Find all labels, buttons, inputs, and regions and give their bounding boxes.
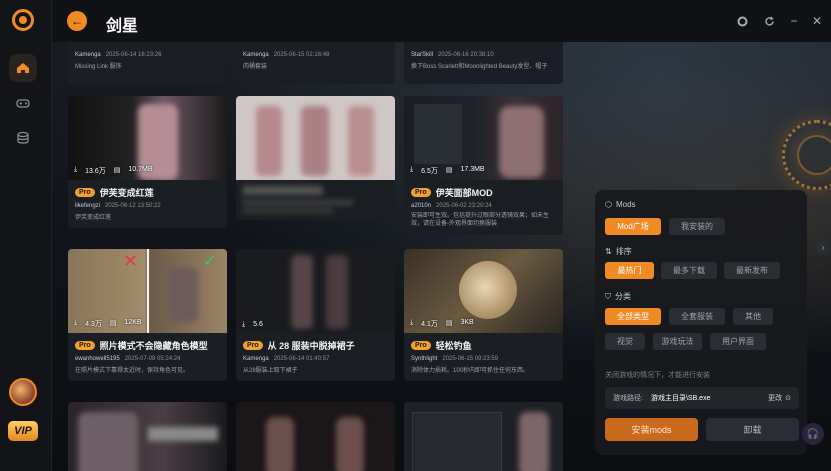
cat-full-outfit[interactable]: 全套服装 xyxy=(669,308,725,325)
sort-icon: ⇅ xyxy=(605,247,612,256)
mod-card[interactable]: ⤓ 6.5万 ▤ 17.3MB Pro 伊芙面部MOD a2010n 2025-06-02… xyxy=(404,96,563,236)
sort-newest[interactable]: 最新发布 xyxy=(724,262,780,279)
mod-title: 伊芙变成红莲 xyxy=(99,188,154,198)
list-item[interactable]: Kamenga 2025-06-15 02:16:48 肉桶套装 xyxy=(236,42,395,84)
cat-ui[interactable]: 用户界面 xyxy=(710,333,766,350)
mod-thumbnail: ⤓ 5.6 xyxy=(236,249,395,333)
mods-section-label: ⬡ Mods xyxy=(605,200,636,209)
pro-badge: Pro xyxy=(411,341,431,350)
refresh-icon[interactable] xyxy=(761,13,777,29)
home-icon xyxy=(17,63,29,73)
arrow-left-icon: ← xyxy=(71,14,83,28)
category-section-label: ⛉ 分类 xyxy=(605,291,631,302)
back-button[interactable]: ← xyxy=(67,11,87,31)
filter-panel: ⬡ Mods Mod广场 我安装的 ⇅ 排序 最热门 最多下载 最新发布 ⛉ 分类 全… xyxy=(595,190,807,455)
mod-thumbnail xyxy=(68,402,227,471)
sidebar-item-home[interactable] xyxy=(9,54,37,82)
download-icon: ⤓ xyxy=(74,166,78,173)
mod-thumbnail: ✕ ✓ ⤓ 4.3万 ▤ 12KB xyxy=(68,249,227,333)
settings-circle-icon[interactable] xyxy=(734,13,750,29)
mod-card[interactable]: ⤓ 13.6万 ▤ 10.7MB Pro 伊芙变成红莲 likefengzi 2025-0… xyxy=(68,96,227,228)
mod-title: 从 28 服装中脱掉裙子 xyxy=(267,341,355,351)
sort-most-downloads[interactable]: 最多下载 xyxy=(661,262,717,279)
headset-icon[interactable]: 🎧 xyxy=(802,423,824,445)
app-logo xyxy=(12,9,34,31)
download-icon: ⤓ xyxy=(74,319,78,326)
uninstall-button[interactable]: 卸载 xyxy=(706,418,799,441)
cat-other[interactable]: 其他 xyxy=(733,308,773,325)
download-icon: ⤓ xyxy=(242,321,246,328)
mod-card[interactable]: ⤓ 4.1万 ▤ 3KB Pro 轻松钓鱼 Synthlight 2025-06-15 0… xyxy=(404,249,563,381)
mod-thumbnail: ⤓ 4.1万 ▤ 3KB xyxy=(404,249,563,333)
install-note: 关闭游戏的情况下，才能进行安装 xyxy=(605,372,710,379)
gamepad-icon xyxy=(16,99,30,108)
shield-icon: ⛉ xyxy=(605,291,611,301)
sort-hottest[interactable]: 最热门 xyxy=(605,262,654,279)
user-avatar[interactable] xyxy=(9,378,37,406)
mod-thumbnail: ⤓ 6.5万 ▤ 17.3MB xyxy=(404,96,563,180)
mod-thumbnail: ⤓ 13.6万 ▤ 10.7MB xyxy=(68,96,227,180)
mod-title: 照片模式不会隐藏角色模型 xyxy=(99,341,208,351)
mod-thumbnail xyxy=(236,402,395,471)
database-icon xyxy=(17,131,29,144)
list-item[interactable]: Kamenga 2025-06-14 16:23:26 Missing Link … xyxy=(68,42,227,84)
game-path-field[interactable]: 游戏路径: 游戏主目录\SB.exe 更改 ⊙ xyxy=(605,387,799,409)
pro-badge: Pro xyxy=(75,341,95,350)
close-icon: ✕ xyxy=(123,251,139,271)
file-size-icon: ▤ xyxy=(445,320,453,327)
minimize-icon[interactable]: − xyxy=(786,13,802,29)
install-mods-button[interactable]: 安装mods xyxy=(605,418,698,441)
file-size-icon: ▤ xyxy=(445,167,453,174)
pro-badge: Pro xyxy=(75,188,95,197)
link-icon: ⊙ xyxy=(785,395,791,402)
file-size-icon: ▤ xyxy=(113,167,121,174)
close-icon[interactable]: ✕ xyxy=(809,13,825,29)
check-icon: ✓ xyxy=(203,253,217,270)
mod-title: 伊芙面部MOD xyxy=(435,188,493,198)
mod-card[interactable]: ⤓ 5.6 Pro 从 28 服装中脱掉裙子 Kamenga 2025-06-14 0… xyxy=(236,249,395,381)
change-path-button[interactable]: 更改 ⊙ xyxy=(768,393,791,403)
list-item[interactable]: StarSkill 2025-06-16 20:38:10 换下Boss Scar… xyxy=(404,42,563,84)
download-icon: ⤓ xyxy=(410,166,414,173)
vip-badge[interactable]: VIP xyxy=(8,421,38,441)
sort-section-label: ⇅ 排序 xyxy=(605,247,632,256)
file-size-icon: ▤ xyxy=(109,320,117,327)
mod-card[interactable] xyxy=(236,96,395,220)
mod-card[interactable] xyxy=(68,402,227,471)
sidebar: VIP xyxy=(0,0,52,471)
mod-thumbnail xyxy=(404,402,563,471)
mod-card[interactable] xyxy=(236,402,395,471)
mod-card[interactable] xyxy=(404,402,563,471)
cat-gameplay[interactable]: 游戏玩法 xyxy=(653,333,702,350)
mod-card[interactable]: ✕ ✓ ⤓ 4.3万 ▤ 12KB Pro 照片模式不会隐藏角色模型 ewanhowel… xyxy=(68,249,227,381)
bg-decor-ring-inner xyxy=(797,135,831,175)
sidebar-item-storage[interactable] xyxy=(9,124,37,152)
pro-badge: Pro xyxy=(411,188,431,197)
mod-grid: Kamenga 2025-06-14 16:23:26 Missing Link … xyxy=(68,42,568,471)
chevron-right-icon[interactable]: › xyxy=(816,240,830,254)
cat-visual[interactable]: 视觉 xyxy=(605,333,645,350)
tab-mod-square[interactable]: Mod广场 xyxy=(605,218,661,235)
pro-badge: Pro xyxy=(243,341,263,350)
tab-my-installed[interactable]: 我安装的 xyxy=(669,218,725,235)
cube-icon: ⬡ xyxy=(605,200,612,209)
header: ← 剑星 − ✕ xyxy=(52,0,831,42)
page-title: 剑星 xyxy=(106,18,139,35)
mod-title: 轻松钓鱼 xyxy=(435,341,472,351)
download-icon: ⤓ xyxy=(410,319,414,326)
cat-all[interactable]: 全部类型 xyxy=(605,308,661,325)
sidebar-item-games[interactable] xyxy=(9,89,37,117)
mod-thumbnail xyxy=(236,96,395,180)
